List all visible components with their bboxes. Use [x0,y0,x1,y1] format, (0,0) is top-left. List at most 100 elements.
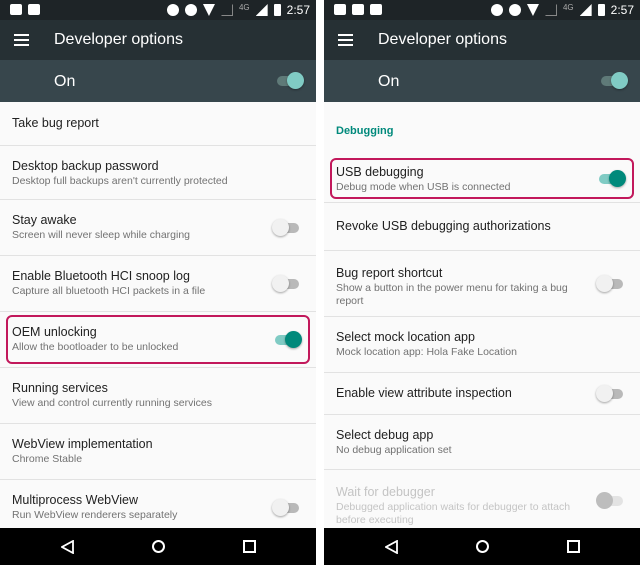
setting-summary: Screen will never sleep while charging [12,229,191,241]
clock: 2:57 [286,3,310,17]
setting-take-bug-report[interactable]: Take bug report [0,102,316,146]
page-title: Developer options [378,31,507,48]
toggle-multiprocess-webview[interactable] [272,498,302,518]
setting-summary: Capture all bluetooth HCI packets in a f… [12,285,206,297]
master-switch-label: On [54,73,76,90]
network-type: 4G [562,3,574,12]
toggle-bug-report-shortcut[interactable] [596,274,626,294]
setting-select-debug-app[interactable]: Select debug app No debug application set [324,415,640,470]
phone-screen-right: 4G 2:57 Developer options On Debugging USB de… [324,0,640,565]
master-switch-bar[interactable]: On [0,60,316,102]
home-button[interactable] [152,540,165,553]
status-bar: 4G 2:57 [324,0,640,20]
setting-title: WebView implementation [12,437,153,451]
switch-knob [596,385,613,402]
back-button[interactable] [61,540,74,554]
master-switch-bar[interactable]: On [324,60,640,102]
switch-track [275,335,299,345]
switch-knob [272,219,289,236]
setting-summary: Chrome Stable [12,453,83,465]
master-toggle[interactable] [274,71,304,91]
setting-bug-report-shortcut[interactable]: Bug report shortcut Show a button in the … [324,251,640,317]
setting-desktop-backup-password[interactable]: Desktop backup password Desktop full back… [0,146,316,200]
switch-knob [272,499,289,516]
setting-title: Running services [12,381,108,395]
notification-icons [334,4,382,15]
toggle-enable-view-attribute-inspection[interactable] [596,384,626,404]
setting-title: OEM unlocking [12,325,97,339]
setting-revoke-usb-debugging-authorizations[interactable]: Revoke USB debugging authorizations [324,203,640,251]
hamburger-menu-icon[interactable] [14,34,29,46]
settings-list: Debugging USB debugging Debug mode when US… [324,102,640,528]
setting-title: Multiprocess WebView [12,493,138,507]
setting-title: Stay awake [12,213,77,227]
switch-knob [272,275,289,292]
image-icon [334,4,346,15]
switch-knob [596,492,613,509]
setting-enable-bluetooth-hci-snoop-log[interactable]: Enable Bluetooth HCI snoop log Capture al… [0,256,316,312]
setting-stay-awake[interactable]: Stay awake Screen will never sleep while … [0,200,316,256]
setting-title: Desktop backup password [12,159,159,173]
notification-icon [10,4,22,15]
signal-sim1-icon [544,4,557,16]
status-bar: 4G 2:57 [0,0,316,20]
signal-sim1-icon [220,4,233,16]
setting-summary: Debug mode when USB is connected [336,181,511,193]
setting-usb-debugging[interactable]: USB debugging Debug mode when USB is conn… [324,155,640,203]
setting-title: Select debug app [336,428,434,442]
toggle-enable-bluetooth-hci-snoop-log[interactable] [272,274,302,294]
setting-title: Enable view attribute inspection [336,386,512,400]
back-button[interactable] [385,540,398,554]
recents-button[interactable] [243,540,256,553]
setting-summary: Show a button in the power menu for taki… [336,282,568,307]
master-switch-label: On [378,73,400,90]
setting-summary: Desktop full backups aren't currently pr… [12,175,228,187]
master-toggle[interactable] [598,71,628,91]
toolbar: Developer options [324,20,640,60]
news-icon [28,4,40,15]
navigation-bar [324,528,640,565]
page-title: Developer options [54,31,183,48]
toggle-stay-awake[interactable] [272,218,302,238]
clock: 2:57 [610,3,634,17]
setting-title: Bug report shortcut [336,266,443,280]
toggle-oem-unlocking[interactable] [272,330,302,350]
system-icons: 4G 2:57 [490,3,634,17]
alarm-icon [508,4,521,16]
setting-multiprocess-webview[interactable]: Multiprocess WebView Run WebView renderer… [0,480,316,528]
category-header: Debugging [324,102,640,155]
setting-enable-view-attribute-inspection[interactable]: Enable view attribute inspection [324,373,640,415]
toggle-usb-debugging[interactable] [596,169,626,189]
setting-title: Wait for debugger [336,485,435,499]
switch-knob [285,331,302,348]
setting-title: Revoke USB debugging authorizations [336,219,551,233]
signal-icon [255,4,268,16]
setting-running-services[interactable]: Running services View and control current… [0,368,316,424]
battery-icon [597,4,605,16]
setting-title: USB debugging [336,165,424,179]
hamburger-menu-icon[interactable] [338,34,353,46]
switch-track [599,174,623,184]
settings-list: Take bug report Desktop backup password De… [0,102,316,528]
setting-summary: No debug application set [336,444,452,456]
setting-summary: Run WebView renderers separately [12,509,178,521]
network-type: 4G [238,3,250,12]
setting-webview-implementation[interactable]: WebView implementation Chrome Stable [0,424,316,480]
recents-button[interactable] [567,540,580,553]
phone-screen-left: 4G 2:57 Developer options On Take bug report… [0,0,316,565]
setting-oem-unlocking[interactable]: OEM unlocking Allow the bootloader to be … [0,312,316,368]
switch-knob [287,72,304,89]
notification-icons [10,4,40,15]
switch-knob [596,275,613,292]
alarm-icon [184,4,197,16]
setting-summary: Debugged application waits for debugger … [336,501,571,526]
setting-summary: Allow the bootloader to be unlocked [12,341,179,353]
wifi-icon [202,4,215,16]
setting-select-mock-location-app[interactable]: Select mock location app Mock location ap… [324,317,640,373]
wifi-icon [526,4,539,16]
home-button[interactable] [476,540,489,553]
switch-knob [611,72,628,89]
toolbar: Developer options [0,20,316,60]
do-not-disturb-icon [166,4,179,16]
system-icons: 4G 2:57 [166,3,310,17]
